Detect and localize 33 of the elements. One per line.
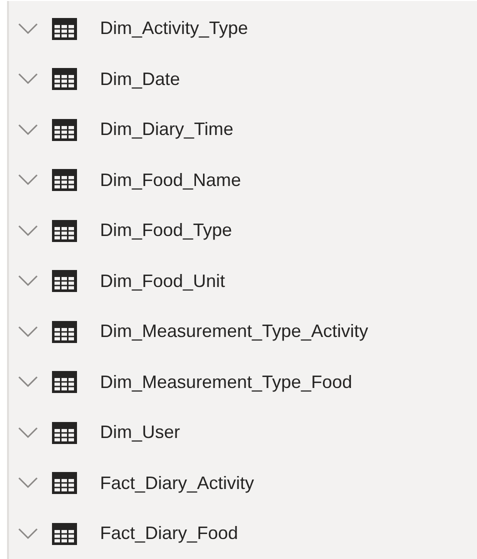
table-icon <box>52 18 77 40</box>
chevron-down-icon[interactable] <box>18 224 38 237</box>
table-name[interactable]: Dim_Measurement_Type_Food <box>100 368 352 396</box>
table-name[interactable]: Dim_Food_Name <box>100 166 242 194</box>
table-name[interactable]: Dim_Food_Unit <box>100 268 226 295</box>
table-name[interactable]: Dim_Food_Type <box>100 217 232 244</box>
chevron-down-icon[interactable] <box>18 275 38 288</box>
table-icon <box>52 422 77 444</box>
chevron-down-icon[interactable] <box>18 73 38 86</box>
table-icon <box>52 68 77 90</box>
table-name[interactable]: Dim_Activity_Type <box>100 15 248 42</box>
table-icon <box>52 371 77 394</box>
chevron-down-icon[interactable] <box>18 124 38 136</box>
table-name[interactable]: Dim_User <box>100 419 180 446</box>
chevron-down-icon[interactable] <box>18 326 38 338</box>
chevron-down-icon[interactable] <box>18 477 38 490</box>
table-icon <box>52 118 77 141</box>
table-icon <box>52 472 77 494</box>
table-icon <box>52 270 77 292</box>
table-name[interactable]: Dim_Diary_Time <box>100 116 234 144</box>
chevron-down-icon[interactable] <box>18 528 38 540</box>
chevron-down-icon[interactable] <box>18 22 38 35</box>
table-name[interactable]: Fact_Diary_Food <box>100 520 238 548</box>
table-name[interactable]: Dim_Measurement_Type_Activity <box>100 318 368 346</box>
table-icon <box>52 220 77 242</box>
table-name[interactable]: Dim_Date <box>100 66 180 93</box>
table-icon <box>52 169 77 192</box>
table-name[interactable]: Fact_Diary_Activity <box>100 470 254 497</box>
chevron-down-icon[interactable] <box>18 376 38 388</box>
table-icon <box>52 522 77 545</box>
chevron-down-icon[interactable] <box>18 426 38 439</box>
table-icon <box>52 320 77 343</box>
chevron-down-icon[interactable] <box>18 174 38 186</box>
